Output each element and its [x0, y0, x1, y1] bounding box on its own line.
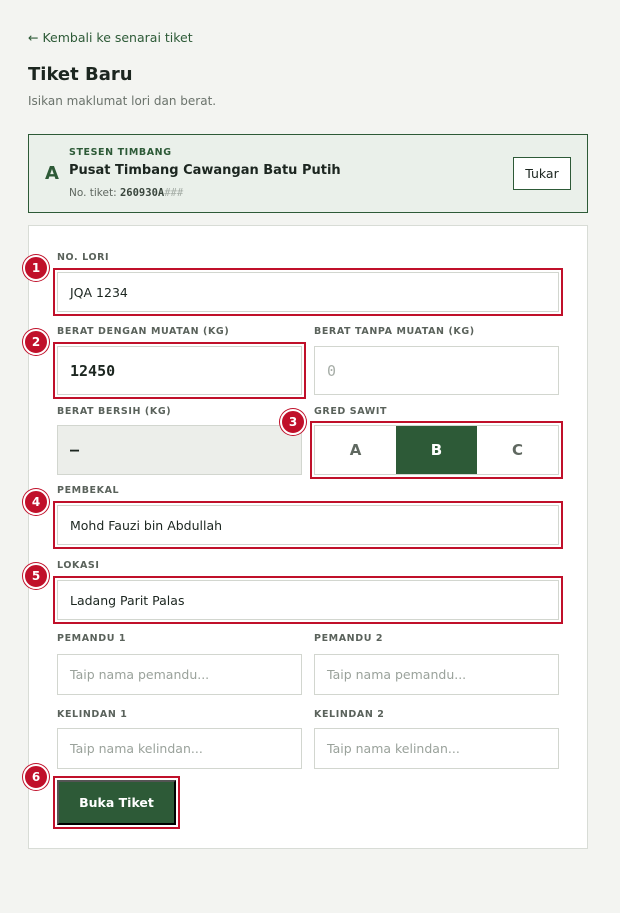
driver-2-input[interactable]: Taip nama pemandu... [314, 654, 559, 695]
annotation-marker-3: 3 [280, 409, 306, 435]
grade-segmented-control: A B C [310, 421, 563, 479]
attendant-1-label: KELINDAN 1 [57, 709, 128, 720]
net-weight-readonly: — [57, 425, 302, 475]
gross-weight-input[interactable]: 12450 [53, 342, 306, 399]
grade-option-a[interactable]: A [315, 426, 396, 474]
swap-station-button[interactable]: Tukar [513, 157, 571, 190]
supplier-input[interactable]: Mohd Fauzi bin Abdullah [53, 501, 563, 549]
gross-weight-label: BERAT DENGAN MUATAN (KG) [57, 326, 230, 337]
page-title: Tiket Baru [28, 64, 133, 85]
driver-1-input[interactable]: Taip nama pemandu... [57, 654, 302, 695]
annotation-marker-1: 1 [23, 255, 49, 281]
annotation-marker-5: 5 [23, 563, 49, 589]
grade-option-b[interactable]: B [396, 426, 477, 474]
open-ticket-button[interactable]: Buka Tiket [53, 776, 180, 829]
back-to-ticket-list-link[interactable]: ← Kembali ke senarai tiket [28, 30, 193, 45]
ticket-prefix: No. tiket: [69, 187, 120, 199]
lorry-number-input[interactable]: JQA 1234 [53, 268, 563, 316]
location-label: LOKASI [57, 560, 100, 571]
annotation-marker-4: 4 [23, 489, 49, 515]
station-label: STESEN TIMBANG [69, 147, 172, 158]
page-subtitle: Isikan maklumat lori dan berat. [28, 94, 217, 108]
tare-weight-label: BERAT TANPA MUATAN (KG) [314, 326, 475, 337]
ticket-number-suffix: ### [164, 187, 184, 199]
ticket-number-value: 260930A [119, 187, 165, 199]
supplier-label: PEMBEKAL [57, 485, 120, 496]
ticket-number: No. tiket: 260930A### [69, 187, 183, 199]
net-weight-label: BERAT BERSIH (KG) [57, 406, 172, 417]
driver-2-label: PEMANDU 2 [314, 633, 384, 644]
attendant-1-input[interactable]: Taip nama kelindan... [57, 728, 302, 769]
annotation-marker-6: 6 [23, 764, 49, 790]
tare-weight-input[interactable]: 0 [314, 346, 559, 395]
station-name: Pusat Timbang Cawangan Batu Putih [69, 163, 341, 178]
station-letter-badge: A [45, 163, 59, 184]
lorry-number-label: NO. LORI [57, 252, 110, 263]
annotation-marker-2: 2 [23, 329, 49, 355]
grade-option-c[interactable]: C [477, 426, 558, 474]
location-input[interactable]: Ladang Parit Palas [53, 576, 563, 624]
attendant-2-label: KELINDAN 2 [314, 709, 385, 720]
grade-label: GRED SAWIT [314, 406, 388, 417]
station-panel: A STESEN TIMBANG Pusat Timbang Cawangan … [28, 134, 588, 213]
attendant-2-input[interactable]: Taip nama kelindan... [314, 728, 559, 769]
driver-1-label: PEMANDU 1 [57, 633, 127, 644]
